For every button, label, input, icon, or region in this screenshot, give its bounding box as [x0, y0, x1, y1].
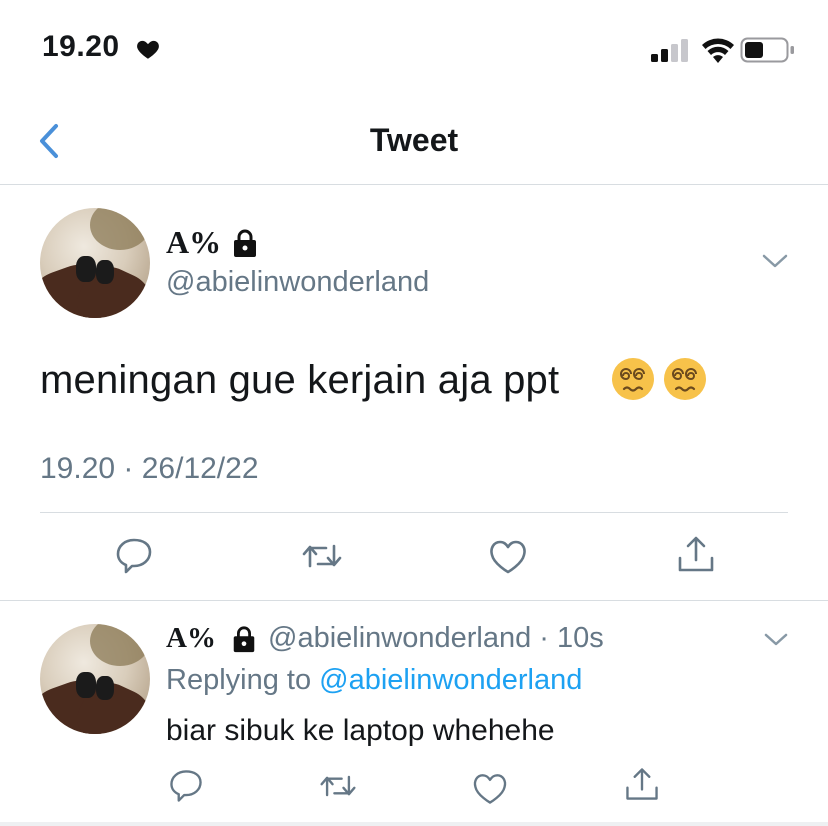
- user-name[interactable]: A%: [166, 224, 221, 261]
- signal-icon: [651, 39, 688, 62]
- reply-user-name[interactable]: A%: [166, 622, 216, 655]
- share-icon[interactable]: [622, 764, 662, 804]
- nav-divider: [0, 184, 828, 185]
- tweet-timestamp[interactable]: 19.20 · 26/12/22: [40, 452, 259, 486]
- tweet-text: meningan gue kerjain aja ppt: [40, 358, 560, 402]
- reply-handle-time[interactable]: @abielinwonderland · 10s: [268, 622, 604, 655]
- wifi-icon: [702, 38, 734, 63]
- replying-to: Replying to @abielinwonderland: [166, 664, 582, 697]
- heart-icon: [137, 40, 159, 59]
- reply-text: biar sibuk ke laptop whehehe: [166, 714, 555, 747]
- battery-icon: [740, 37, 794, 63]
- dizzy-face-emoji: [664, 358, 706, 400]
- reply-icon[interactable]: [112, 534, 156, 578]
- page-title: Tweet: [369, 122, 459, 158]
- like-icon[interactable]: [470, 768, 510, 808]
- divider: [40, 512, 788, 513]
- status-time: 19.20: [42, 30, 120, 63]
- avatar[interactable]: [40, 624, 150, 734]
- dizzy-face-emoji: [612, 358, 654, 400]
- retweet-icon[interactable]: [318, 766, 358, 806]
- retweet-icon[interactable]: [300, 534, 344, 578]
- user-handle[interactable]: @abielinwonderland: [166, 266, 429, 299]
- replying-to-link[interactable]: @abielinwonderland: [319, 664, 582, 696]
- bottom-divider: [0, 822, 828, 826]
- like-icon[interactable]: [486, 534, 530, 578]
- avatar[interactable]: [40, 208, 150, 318]
- chevron-down-icon[interactable]: [760, 250, 790, 272]
- chevron-down-icon[interactable]: [762, 630, 790, 650]
- share-icon[interactable]: [674, 532, 718, 576]
- divider: [0, 600, 828, 601]
- lock-icon: [233, 626, 255, 653]
- lock-icon: [234, 229, 256, 257]
- replying-prefix: Replying to: [166, 664, 320, 696]
- reply-icon[interactable]: [166, 766, 206, 806]
